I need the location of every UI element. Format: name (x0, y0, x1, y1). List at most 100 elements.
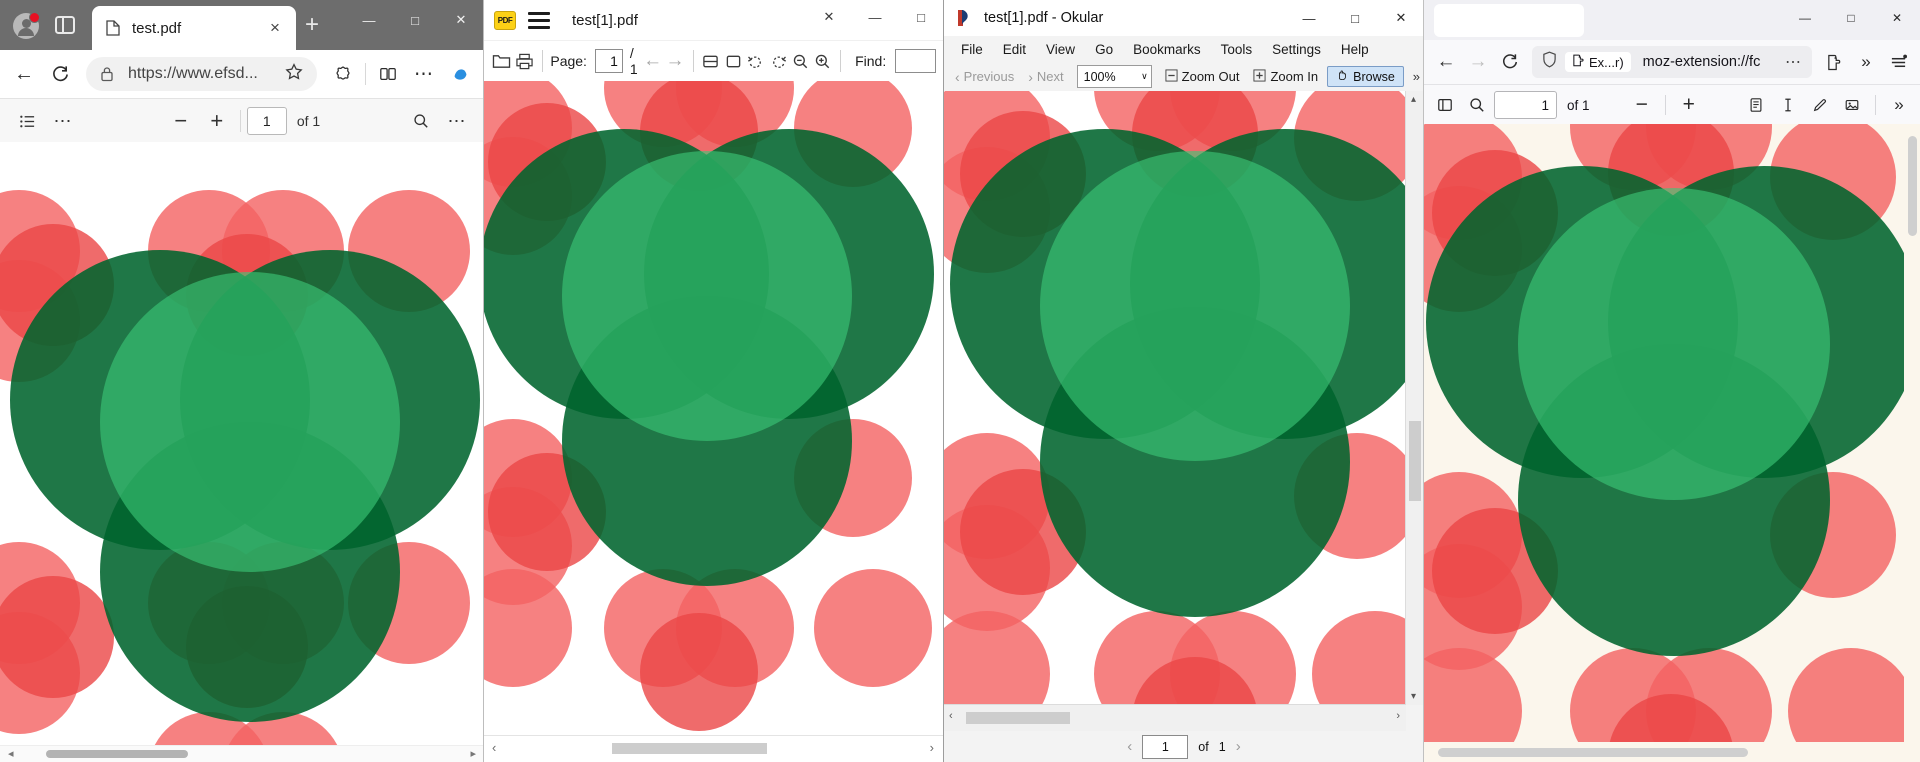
maximize-button[interactable]: □ (1828, 0, 1874, 36)
horizontal-scroll-thumb[interactable] (966, 712, 1070, 724)
scroll-thumb[interactable] (612, 743, 767, 754)
toolbar-overflow-icon[interactable]: » (1413, 69, 1420, 84)
scroll-right-arrow[interactable]: › (930, 740, 934, 755)
menu-view[interactable]: View (1037, 39, 1084, 60)
edge-window[interactable]: test.pdf × + — □ ✕ ← https://www.efsd... (0, 0, 484, 762)
close-button[interactable]: ✕ (438, 0, 484, 40)
menu-bookmarks[interactable]: Bookmarks (1124, 39, 1210, 60)
minimize-button[interactable]: — (852, 0, 898, 34)
menu-help[interactable]: Help (1332, 39, 1378, 60)
next-page-button[interactable]: › Next (1023, 66, 1068, 88)
horizontal-scroll-thumb[interactable] (1438, 748, 1748, 757)
firefox-active-tab[interactable] (1434, 4, 1584, 37)
browse-tool-button[interactable]: Browse (1327, 66, 1404, 87)
minimize-button[interactable]: — (1782, 0, 1828, 36)
pdf-more-options-icon[interactable]: ⋯ (440, 104, 474, 138)
maximize-button[interactable]: □ (392, 0, 438, 40)
zoom-level-select[interactable]: 100% ∨ (1076, 65, 1152, 88)
close-button[interactable]: ✕ (1378, 0, 1424, 36)
find-input[interactable] (895, 49, 936, 73)
menu-settings[interactable]: Settings (1263, 39, 1330, 60)
okular-vertical-scrollbar[interactable]: ▴ ▾ (1405, 91, 1424, 705)
tab-test-pdf[interactable]: test.pdf × (92, 6, 296, 50)
close-button[interactable]: ✕ (1874, 0, 1920, 36)
minimize-button[interactable]: — (1286, 0, 1332, 36)
sidebar-icon[interactable] (1430, 90, 1460, 120)
table-of-contents-icon[interactable] (10, 104, 44, 138)
tab-close-icon[interactable]: × (262, 15, 288, 41)
zoom-in-button[interactable]: + (1674, 90, 1704, 120)
hamburger-icon[interactable] (1882, 46, 1914, 78)
extensions-button[interactable] (1818, 46, 1850, 78)
split-screen-icon[interactable] (370, 56, 406, 92)
okular-horizontal-scrollbar[interactable]: ‹ › (944, 704, 1406, 731)
single-page-icon[interactable] (724, 46, 743, 76)
toc-more-icon[interactable]: ⋯ (46, 104, 80, 138)
scroll-right-arrow[interactable]: › (1396, 710, 1400, 722)
okular-window[interactable]: test[1].pdf - Okular — □ ✕ File Edit Vie… (944, 0, 1424, 762)
scroll-left-arrow[interactable]: ‹ (949, 710, 953, 722)
back-button[interactable]: ← (1430, 46, 1462, 78)
firefox-vertical-scrollbar[interactable] (1904, 124, 1920, 762)
zoom-out-button[interactable]: Zoom Out (1160, 66, 1245, 88)
edge-copilot-icon[interactable] (442, 56, 478, 92)
zoom-in-button[interactable]: Zoom In (1248, 66, 1323, 88)
zoom-in-button[interactable]: + (200, 104, 234, 138)
pen-icon[interactable] (1805, 90, 1835, 120)
page-actions-icon[interactable]: ⋯ (1785, 52, 1802, 72)
firefox-address-bar[interactable]: Ex...r) moz-extension://fc ⋯ (1532, 46, 1812, 78)
search-icon[interactable] (404, 104, 438, 138)
pdf-viewer-window[interactable]: PDF test[1].pdf ✕ — □ Page: 1 / 1 ← → Fi… (484, 0, 944, 762)
shield-icon[interactable] (1542, 51, 1557, 73)
toolbar-overflow-button[interactable]: » (1850, 46, 1882, 78)
next-page-button[interactable]: → (665, 46, 684, 76)
menu-go[interactable]: Go (1086, 39, 1122, 60)
previous-page-button[interactable]: ‹ Previous (950, 66, 1019, 88)
zoom-out-button[interactable]: − (164, 104, 198, 138)
vertical-scroll-thumb[interactable] (1409, 421, 1421, 501)
scroll-left-arrow[interactable]: ◂ (8, 747, 14, 760)
two-page-icon[interactable] (701, 46, 720, 76)
page-number-input[interactable]: 1 (1494, 91, 1557, 119)
address-bar[interactable]: https://www.efsd... (86, 57, 317, 91)
browser-essentials-icon[interactable] (325, 56, 361, 92)
forward-button[interactable]: → (1462, 46, 1494, 78)
reload-button[interactable] (42, 56, 78, 92)
folder-icon[interactable] (492, 46, 511, 76)
vertical-scroll-thumb[interactable] (1908, 136, 1917, 236)
rotate-left-icon[interactable] (746, 46, 765, 76)
reload-button[interactable] (1494, 46, 1526, 78)
page-number-input[interactable]: 1 (246, 107, 287, 135)
previous-page-button[interactable]: ← (643, 46, 662, 76)
status-page-input[interactable]: 1 (1142, 734, 1189, 759)
pdf-toolbar-overflow[interactable]: » (1884, 90, 1914, 120)
favorite-star-icon[interactable] (285, 62, 303, 86)
menu-hamburger-icon[interactable] (528, 11, 550, 29)
status-previous-page-icon[interactable]: ‹ (1127, 738, 1132, 755)
page-number-input[interactable]: 1 (594, 49, 623, 73)
status-next-page-icon[interactable]: › (1236, 738, 1241, 755)
extension-origin-pill[interactable]: Ex...r) (1565, 52, 1631, 72)
maximize-button[interactable]: □ (1332, 0, 1378, 36)
zoom-out-button[interactable]: − (1627, 90, 1657, 120)
rotate-right-icon[interactable] (768, 46, 787, 76)
menu-file[interactable]: File (952, 39, 992, 60)
firefox-horizontal-scrollbar[interactable] (1424, 742, 1904, 762)
zoom-out-icon[interactable] (791, 46, 810, 76)
zoom-in-icon[interactable] (813, 46, 832, 76)
scroll-down-arrow[interactable]: ▾ (1411, 691, 1416, 702)
scroll-thumb[interactable] (46, 750, 188, 758)
edge-horizontal-scrollbar[interactable]: ◂ ▸ (0, 745, 484, 762)
printer-icon[interactable] (514, 46, 533, 76)
image-icon[interactable] (1837, 90, 1867, 120)
close-button[interactable]: ✕ (806, 0, 852, 34)
pdf-viewer-horizontal-scrollbar[interactable]: ‹ › (484, 735, 944, 762)
menu-edit[interactable]: Edit (994, 39, 1035, 60)
tab-actions-icon[interactable] (54, 14, 76, 36)
text-cursor-icon[interactable] (1773, 90, 1803, 120)
maximize-button[interactable]: □ (898, 0, 944, 34)
menu-tools[interactable]: Tools (1212, 39, 1262, 60)
scroll-right-arrow[interactable]: ▸ (470, 747, 476, 760)
settings-and-more-icon[interactable]: ⋯ (406, 56, 442, 92)
minimize-button[interactable]: — (346, 0, 392, 40)
